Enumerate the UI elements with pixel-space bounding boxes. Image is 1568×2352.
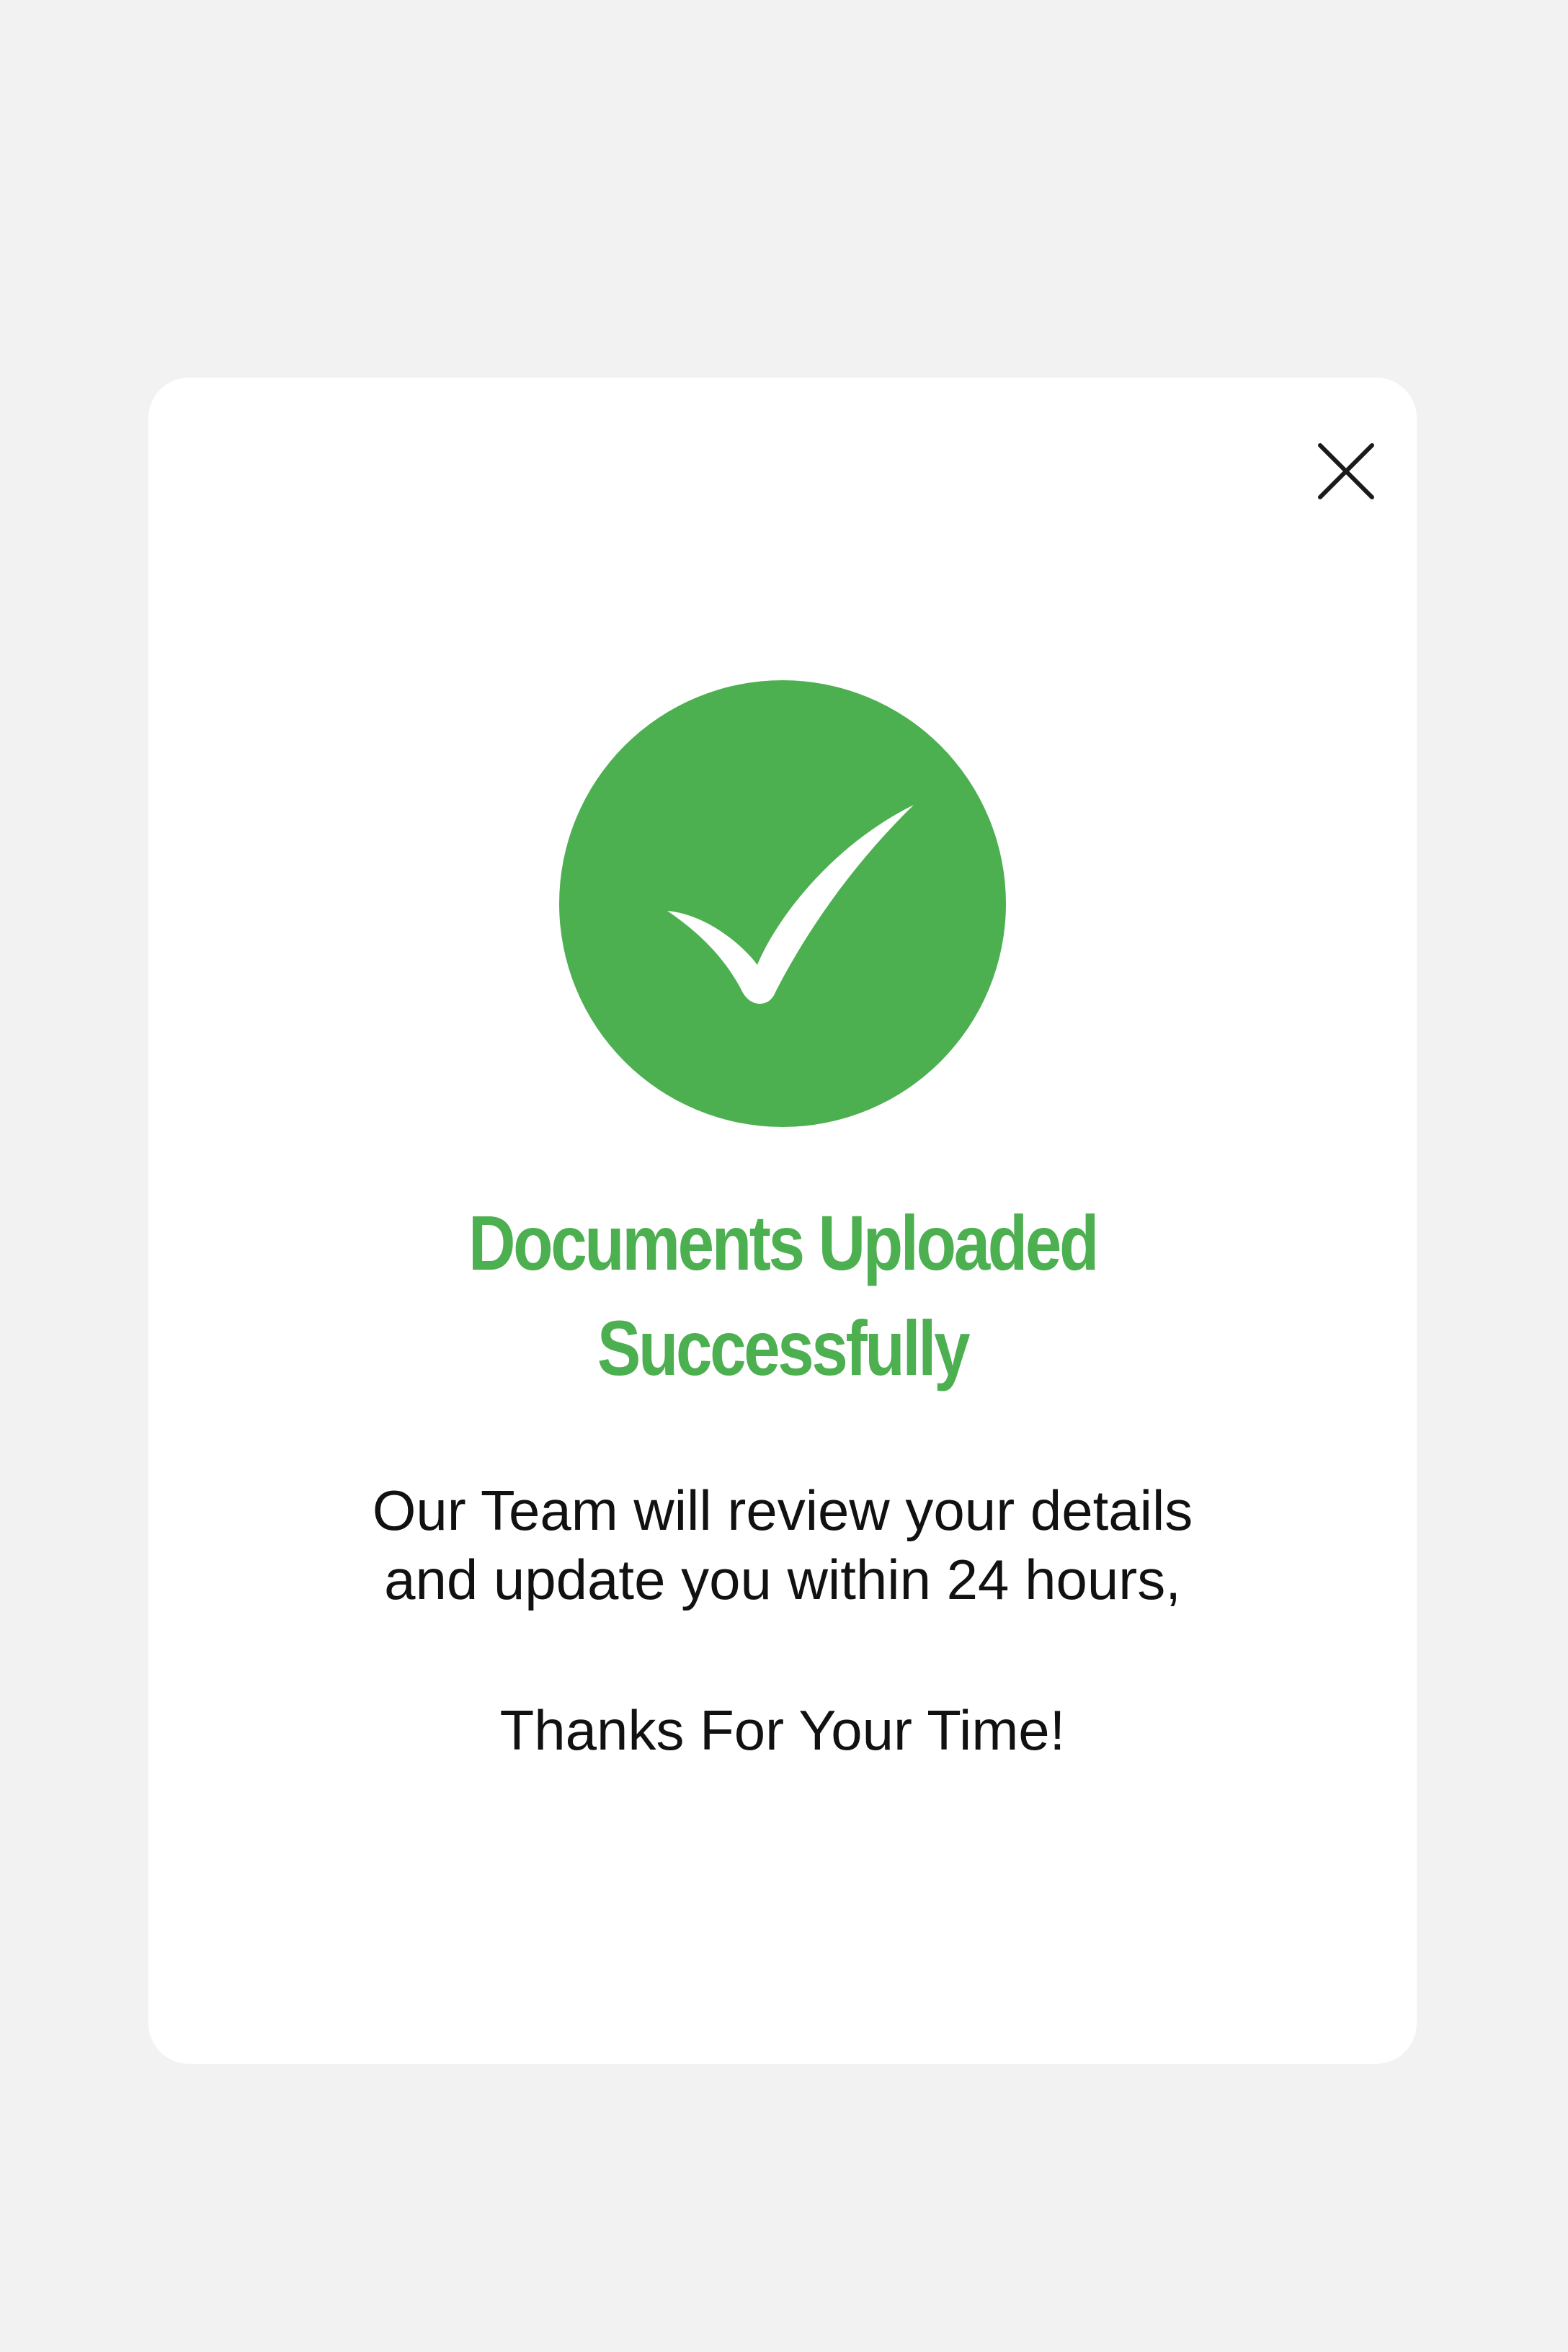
review-message-line-2: and update you within 24 hours, bbox=[384, 1548, 1181, 1611]
success-title-line-2: Successfully bbox=[597, 1304, 971, 1391]
review-message: Our Team will review your details and up… bbox=[242, 1476, 1323, 1614]
success-title: Documents Uploaded Successfully bbox=[359, 1190, 1206, 1401]
close-button[interactable] bbox=[1301, 427, 1391, 516]
success-check-badge bbox=[559, 680, 1006, 1127]
upload-success-dialog: Documents Uploaded Successfully Our Team… bbox=[148, 378, 1417, 2064]
close-icon bbox=[1318, 443, 1374, 499]
thanks-message: Thanks For Your Time! bbox=[499, 1698, 1066, 1762]
upload-success-screen: Documents Uploaded Successfully Our Team… bbox=[0, 0, 1568, 2352]
check-circle-icon bbox=[559, 680, 1006, 1127]
review-message-line-1: Our Team will review your details bbox=[372, 1479, 1193, 1542]
success-title-line-1: Documents Uploaded bbox=[468, 1199, 1099, 1286]
